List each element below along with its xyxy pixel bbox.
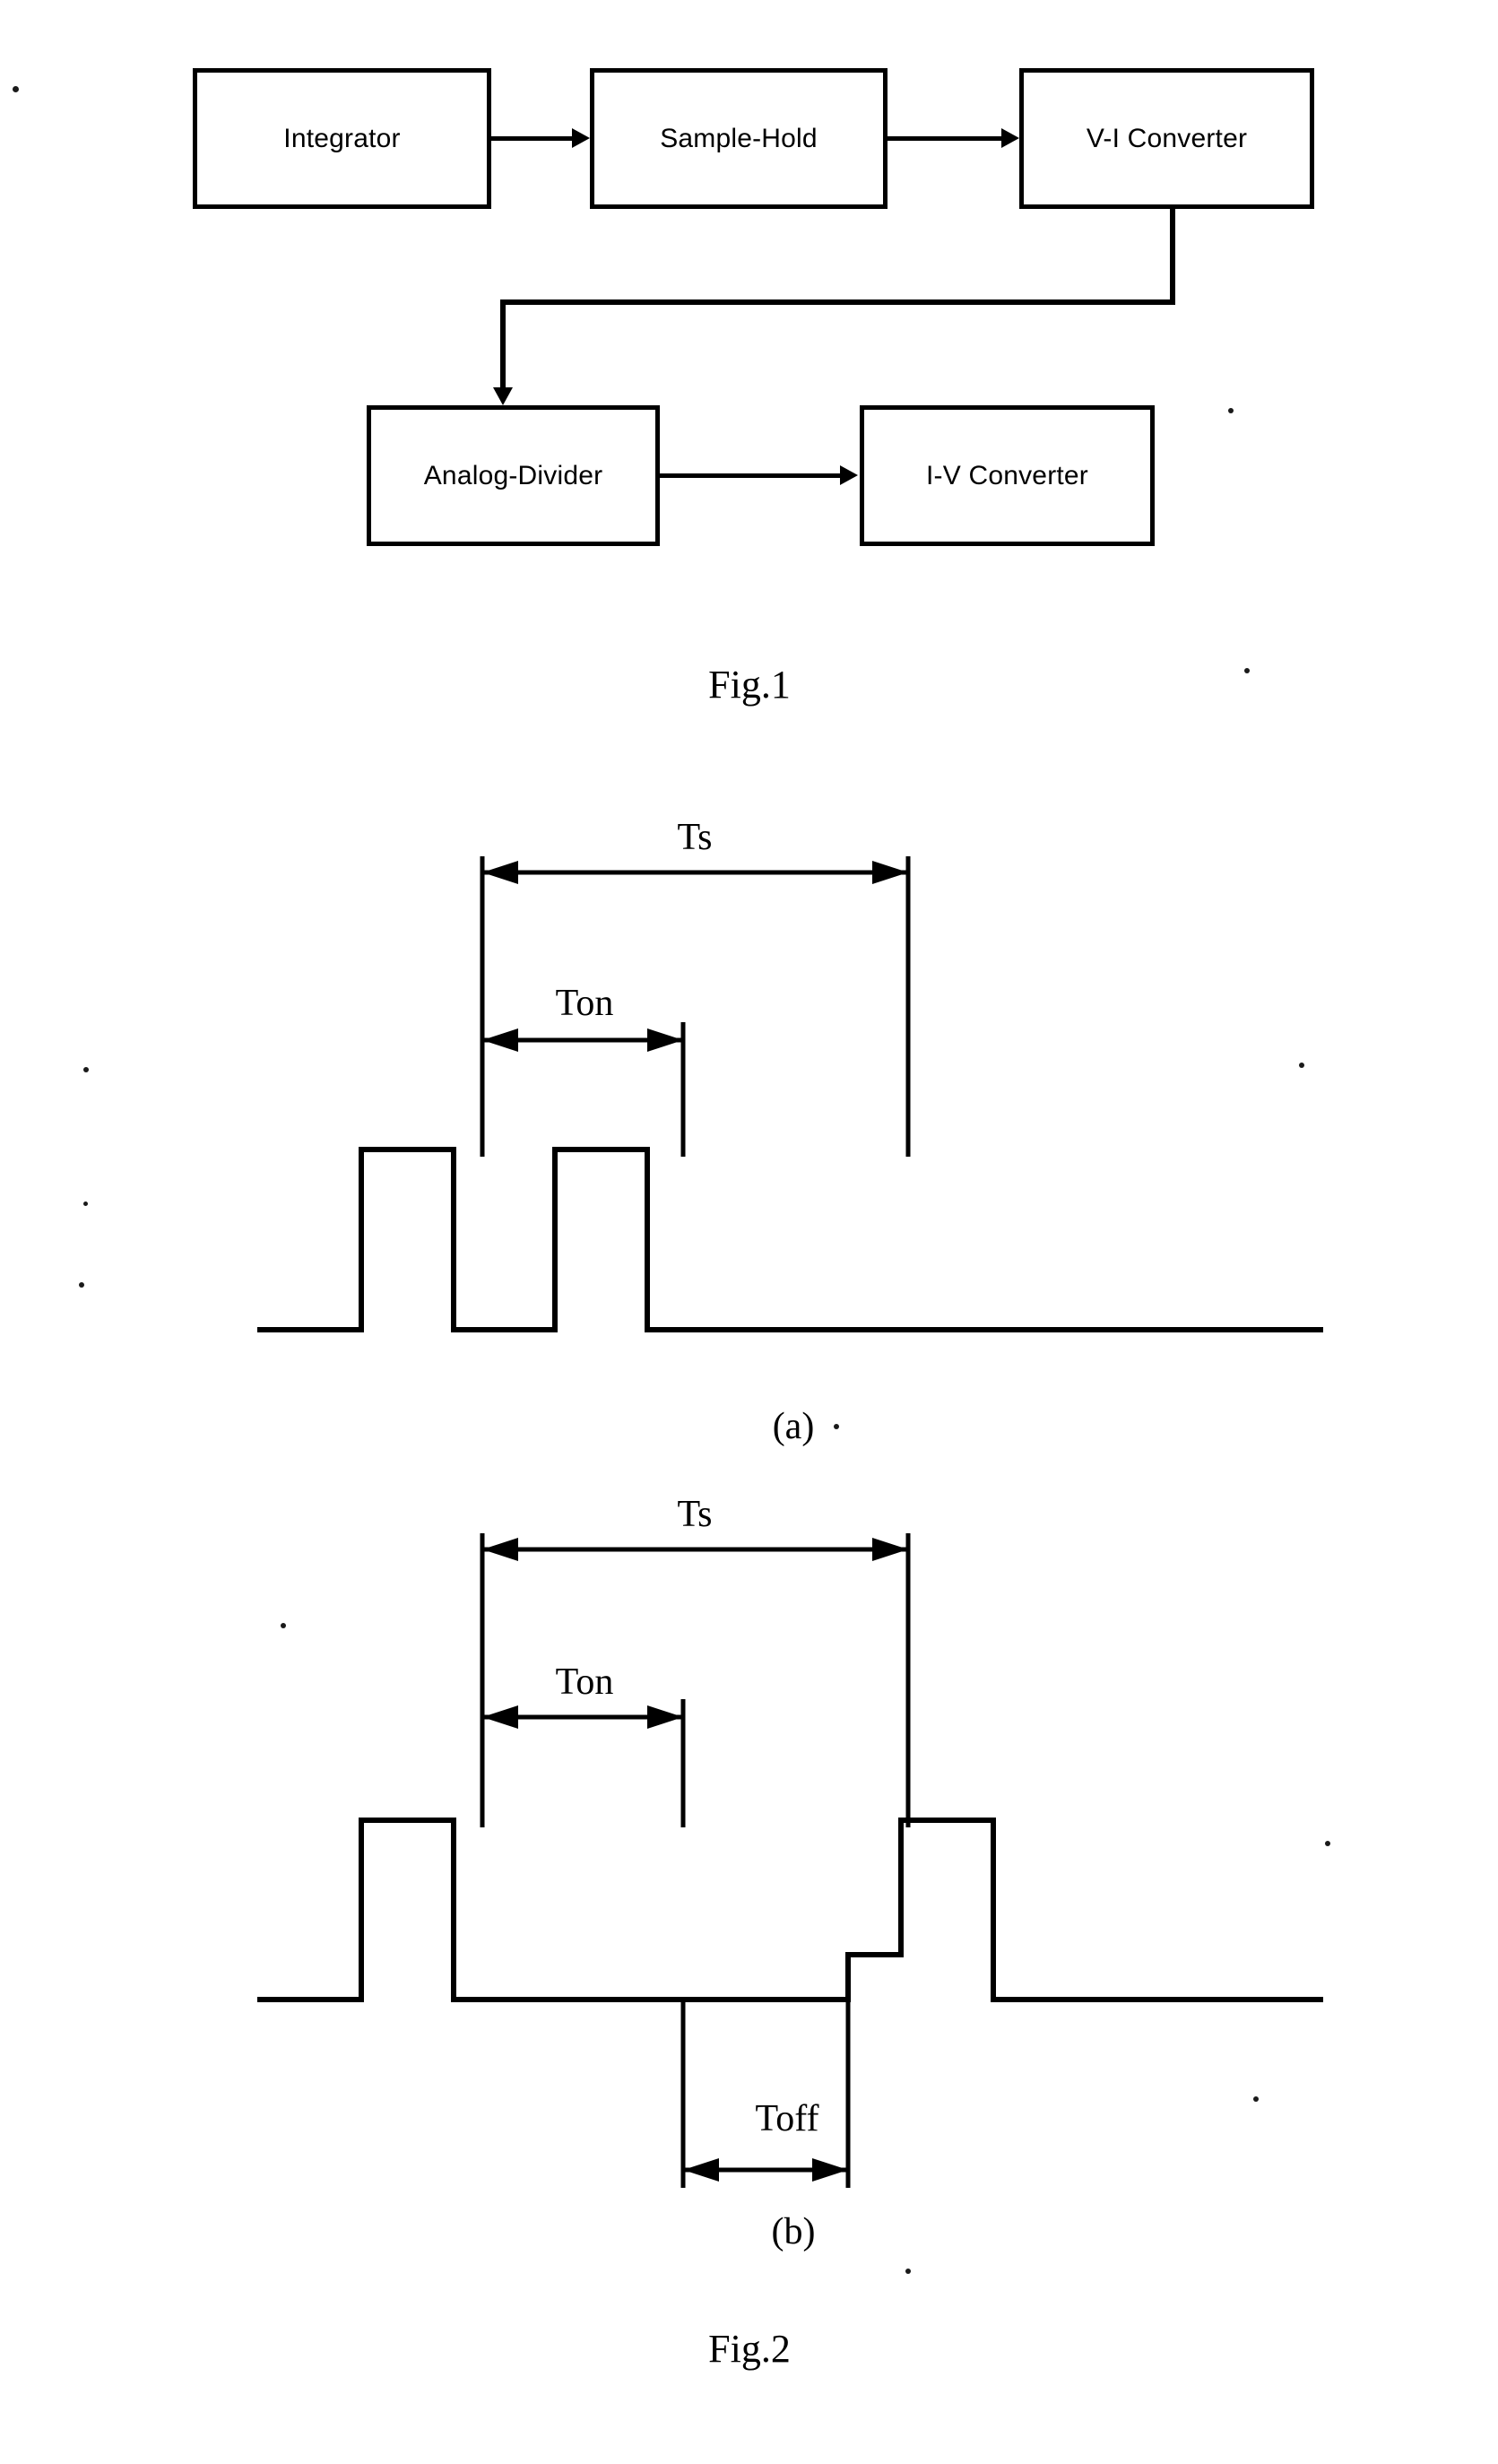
waveform-a-ton-arrowhead-left <box>482 1028 518 1052</box>
waveform-b-ton-arrowhead-right <box>647 1705 683 1729</box>
figure-1-caption: Fig.1 <box>708 663 791 707</box>
waveform-b-ts-arrowhead-left <box>482 1538 518 1561</box>
figure-sheet: Integrator Sample-Hold V-I Converter Ana… <box>0 0 1498 2464</box>
block-iv-converter: I-V Converter <box>860 405 1155 546</box>
waveform-a-sublabel: (a) <box>772 1406 815 1447</box>
connector-vi-left-segment <box>500 299 1175 305</box>
block-analog-divider: Analog-Divider <box>367 405 660 546</box>
waveform-a-ts-arrowhead-left <box>482 861 518 884</box>
waveform-a-ts-label: Ts <box>677 817 713 858</box>
connector-integrator-to-sample-hold <box>491 136 574 141</box>
arrowhead-sample-hold-to-vi-converter <box>1001 128 1019 148</box>
scan-speck <box>79 1282 84 1288</box>
scan-speck <box>905 2269 911 2274</box>
block-vi-converter: V-I Converter <box>1019 68 1314 209</box>
waveform-b-trace <box>257 1818 1323 2002</box>
waveform-a-ton-label: Ton <box>555 983 614 1024</box>
arrowhead-into-analog-divider <box>493 387 513 405</box>
scan-speck <box>13 86 19 92</box>
scan-speck <box>1299 1063 1304 1068</box>
arrowhead-analog-divider-to-iv-converter <box>840 465 858 485</box>
waveform-b-ts-arrowhead-right <box>872 1538 908 1561</box>
scan-speck <box>83 1067 89 1072</box>
waveform-b-toff-arrowhead-left <box>683 2158 719 2182</box>
waveform-b-ts-label: Ts <box>677 1494 713 1535</box>
connector-vi-down-to-divider-segment <box>500 299 506 389</box>
scan-speck <box>834 1424 839 1429</box>
connector-vi-down-segment <box>1170 207 1175 304</box>
block-sample-hold: Sample-Hold <box>590 68 888 209</box>
waveform-b-sublabel: (b) <box>771 2211 816 2252</box>
block-vi-converter-label: V-I Converter <box>1086 123 1248 153</box>
waveform-a-plot <box>257 856 1323 1332</box>
waveform-b-ton-label: Ton <box>555 1661 614 1703</box>
connector-analog-divider-to-iv-converter <box>660 473 841 478</box>
scan-speck <box>83 1202 88 1206</box>
block-iv-converter-label: I-V Converter <box>926 460 1088 490</box>
waveform-a-ton-arrowhead-right <box>647 1028 683 1052</box>
waveform-b-toff-arrowhead-right <box>812 2158 848 2182</box>
waveform-a-ts-arrowhead-right <box>872 861 908 884</box>
waveform-b-ton-arrowhead-left <box>482 1705 518 1729</box>
figure-2-caption: Fig.2 <box>708 2327 791 2371</box>
block-sample-hold-label: Sample-Hold <box>660 123 818 153</box>
block-integrator-label: Integrator <box>283 123 401 153</box>
arrowhead-integrator-to-sample-hold <box>572 128 590 148</box>
waveform-b-toff-label: Toff <box>755 2098 819 2139</box>
scan-speck <box>1325 1841 1330 1846</box>
scan-speck <box>281 1623 286 1628</box>
scan-speck <box>1244 668 1250 673</box>
connector-sample-hold-to-vi-converter <box>888 136 1002 141</box>
block-analog-divider-label: Analog-Divider <box>423 460 603 490</box>
block-integrator: Integrator <box>193 68 491 209</box>
scan-speck <box>1228 408 1234 413</box>
waveform-a-trace <box>257 1147 1323 1332</box>
scan-speck <box>1253 2096 1259 2102</box>
